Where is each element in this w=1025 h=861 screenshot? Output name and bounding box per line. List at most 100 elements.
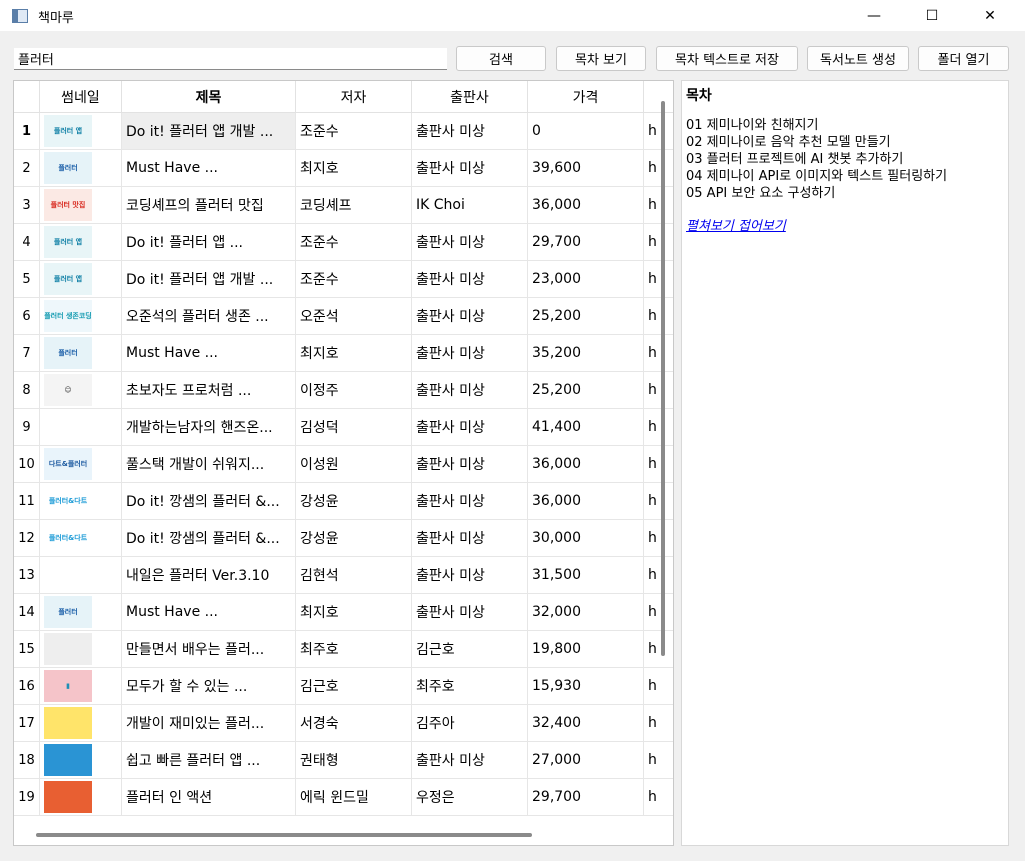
publisher-cell[interactable]: 출판사 미상 [412,113,528,149]
author-cell[interactable]: 김근호 [296,668,412,704]
author-cell[interactable]: 최지호 [296,150,412,186]
price-cell[interactable]: 25,200 [528,298,644,334]
reading-note-button[interactable]: 독서노트 생성 [807,46,909,71]
thumbnail-cell[interactable] [40,631,122,667]
publisher-cell[interactable]: IK Choi [412,187,528,223]
header-author[interactable]: 저자 [296,81,412,113]
publisher-cell[interactable]: 출판사 미상 [412,557,528,593]
toc-toggle-link[interactable]: 펼쳐보기 접어보기 [686,215,786,234]
publisher-cell[interactable]: 출판사 미상 [412,446,528,482]
table-row[interactable]: 4 플러터 앱 Do it! 플러터 앱 ... 조준수 출판사 미상 29,700 h [14,224,673,261]
thumbnail-cell[interactable]: 플러터 앱 [40,224,122,260]
table-row[interactable]: 11 플러터&다트 Do it! 깡샘의 플러터 &... 강성윤 출판사 미상 36,0… [14,483,673,520]
price-cell[interactable]: 29,700 [528,224,644,260]
toc-view-button[interactable]: 목차 보기 [556,46,646,71]
table-row[interactable]: 17 개발이 재미있는 플러... 서경숙 김주아 32,400 h [14,705,673,742]
price-cell[interactable]: 27,000 [528,742,644,778]
extra-cell[interactable]: h [644,261,673,297]
author-cell[interactable]: 권태형 [296,742,412,778]
price-cell[interactable]: 25,200 [528,372,644,408]
table-row[interactable]: 13 내일은 플러터 Ver.3.10 김현석 출판사 미상 31,500 h [14,557,673,594]
extra-cell[interactable]: h [644,483,673,519]
title-cell[interactable]: Do it! 깡샘의 플러터 &... [122,520,296,556]
table-row[interactable]: 19 플러터 인 액션 에릭 윈드밀 우정은 29,700 h [14,779,673,816]
extra-cell[interactable]: h [644,520,673,556]
thumbnail-cell[interactable]: 다트&플러터 [40,446,122,482]
price-cell[interactable]: 36,000 [528,187,644,223]
title-cell[interactable]: Do it! 플러터 앱 ... [122,224,296,260]
thumbnail-cell[interactable] [40,557,122,593]
publisher-cell[interactable]: 출판사 미상 [412,520,528,556]
title-cell[interactable]: 내일은 플러터 Ver.3.10 [122,557,296,593]
title-cell[interactable]: Do it! 플러터 앱 개발 ... [122,113,296,149]
table-row[interactable]: 3 플러터 맛집 코딩셰프의 플러터 맛집 코딩셰프 IK Choi 36,000 h [14,187,673,224]
publisher-cell[interactable]: 출판사 미상 [412,261,528,297]
table-row[interactable]: 10 다트&플러터 풀스택 개발이 쉬워지... 이성원 출판사 미상 36,000 h [14,446,673,483]
vertical-scrollbar[interactable] [661,101,665,656]
thumbnail-cell[interactable]: 플러터 앱 [40,113,122,149]
title-cell[interactable]: 만들면서 배우는 플러... [122,631,296,667]
thumbnail-cell[interactable]: 플러터 생존코딩 [40,298,122,334]
price-cell[interactable]: 32,400 [528,705,644,741]
table-row[interactable]: 14 플러터 Must Have ... 최지호 출판사 미상 32,000 h [14,594,673,631]
search-input[interactable] [14,48,447,70]
thumbnail-cell[interactable]: 플러터 [40,594,122,630]
search-button[interactable]: 검색 [456,46,546,71]
table-row[interactable]: 15 만들면서 배우는 플러... 최주호 김근호 19,800 h [14,631,673,668]
author-cell[interactable]: 이성원 [296,446,412,482]
extra-cell[interactable]: h [644,224,673,260]
author-cell[interactable]: 김현석 [296,557,412,593]
price-cell[interactable]: 35,200 [528,335,644,371]
author-cell[interactable]: 에릭 윈드밀 [296,779,412,815]
author-cell[interactable]: 최지호 [296,335,412,371]
publisher-cell[interactable]: 김근호 [412,631,528,667]
price-cell[interactable]: 0 [528,113,644,149]
table-row[interactable]: 2 플러터 Must Have ... 최지호 출판사 미상 39,600 h [14,150,673,187]
table-row[interactable]: 8 ☺ 초보자도 프로처럼 ... 이정주 출판사 미상 25,200 h [14,372,673,409]
header-price[interactable]: 가격 [528,81,644,113]
minimize-button[interactable]: — [851,0,897,31]
header-publisher[interactable]: 출판사 [412,81,528,113]
extra-cell[interactable]: h [644,742,673,778]
extra-cell[interactable]: h [644,187,673,223]
publisher-cell[interactable]: 출판사 미상 [412,372,528,408]
publisher-cell[interactable]: 최주호 [412,668,528,704]
publisher-cell[interactable]: 출판사 미상 [412,742,528,778]
thumbnail-cell[interactable]: ☺ [40,372,122,408]
author-cell[interactable]: 이정주 [296,372,412,408]
toc-save-text-button[interactable]: 목차 텍스트로 저장 [656,46,798,71]
publisher-cell[interactable]: 출판사 미상 [412,335,528,371]
extra-cell[interactable]: h [644,335,673,371]
close-button[interactable]: ✕ [967,0,1013,31]
price-cell[interactable]: 23,000 [528,261,644,297]
table-row[interactable]: 6 플러터 생존코딩 오준석의 플러터 생존 ... 오준석 출판사 미상 25,200 h [14,298,673,335]
table-row[interactable]: 9 개발하는남자의 핸즈온... 김성덕 출판사 미상 41,400 h [14,409,673,446]
publisher-cell[interactable]: 출판사 미상 [412,150,528,186]
horizontal-scrollbar[interactable] [36,833,532,837]
extra-cell[interactable]: h [644,113,673,149]
publisher-cell[interactable]: 출판사 미상 [412,409,528,445]
thumbnail-cell[interactable]: 플러터 앱 [40,261,122,297]
thumbnail-cell[interactable]: 플러터 맛집 [40,187,122,223]
extra-cell[interactable]: h [644,631,673,667]
title-cell[interactable]: Must Have ... [122,335,296,371]
book-table[interactable]: 썸네일 제목 저자 출판사 가격 1 플러터 앱 Do it! 플러터 앱 개발 .… [13,80,674,846]
price-cell[interactable]: 31,500 [528,557,644,593]
price-cell[interactable]: 15,930 [528,668,644,704]
title-cell[interactable]: 코딩셰프의 플러터 맛집 [122,187,296,223]
publisher-cell[interactable]: 출판사 미상 [412,298,528,334]
price-cell[interactable]: 39,600 [528,150,644,186]
extra-cell[interactable]: h [644,150,673,186]
author-cell[interactable]: 최주호 [296,631,412,667]
publisher-cell[interactable]: 출판사 미상 [412,483,528,519]
author-cell[interactable]: 코딩셰프 [296,187,412,223]
publisher-cell[interactable]: 김주아 [412,705,528,741]
price-cell[interactable]: 19,800 [528,631,644,667]
author-cell[interactable]: 최지호 [296,594,412,630]
extra-cell[interactable]: h [644,372,673,408]
author-cell[interactable]: 강성윤 [296,483,412,519]
author-cell[interactable]: 조준수 [296,261,412,297]
extra-cell[interactable]: h [644,594,673,630]
title-cell[interactable]: 초보자도 프로처럼 ... [122,372,296,408]
title-cell[interactable]: 모두가 할 수 있는 ... [122,668,296,704]
